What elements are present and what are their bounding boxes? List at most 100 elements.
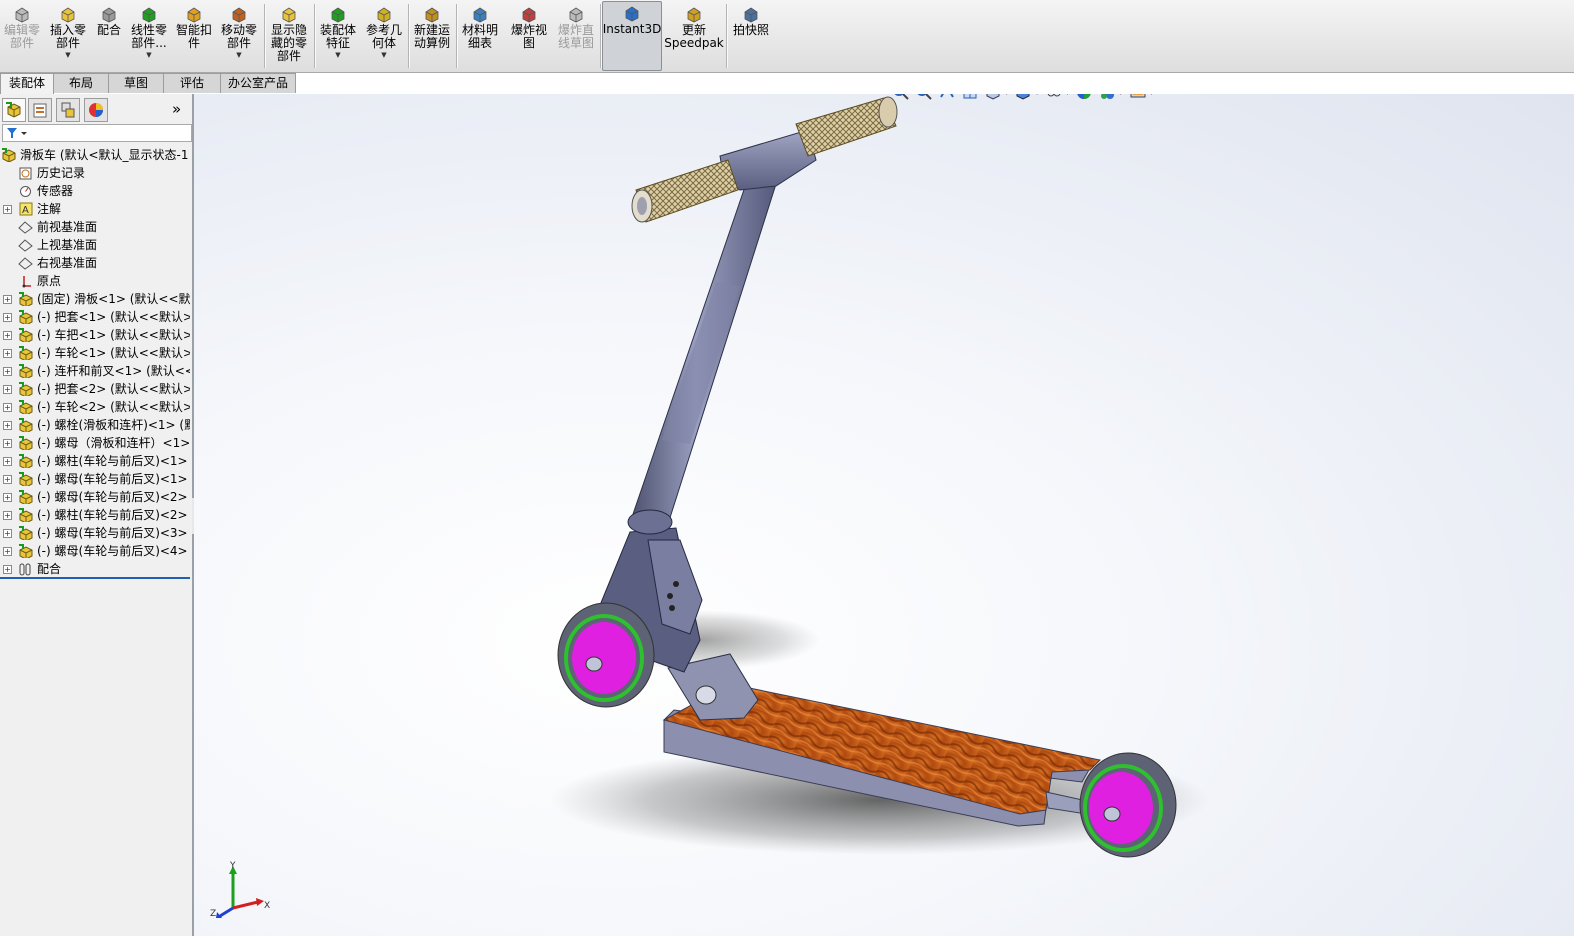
linear-pattern-button[interactable]: 线性零 部件... ▼ [127, 3, 171, 69]
dropdown-arrow-icon[interactable]: ▼ [146, 51, 151, 59]
view-settings-button[interactable] [1128, 94, 1148, 101]
expand-toggle-icon[interactable]: + [3, 331, 12, 340]
tree-item[interactable]: + (-) 连杆和前叉<1> (默认<< [0, 362, 190, 380]
tree-item[interactable]: + (-) 把套<1> (默认<<默认>_ [0, 308, 190, 326]
graphics-area[interactable]: ▼ ▼ ▼ ▼ ▼ Y X Z [194, 94, 1574, 936]
snapshot-button[interactable]: 拍快照 [729, 3, 773, 69]
tree-item[interactable]: + (-) 螺栓(滑板和连杆)<1> (默认 [0, 416, 190, 434]
expand-toggle-icon[interactable]: + [3, 511, 12, 520]
tree-item[interactable]: + (-) 螺母(车轮与前后叉)<4> ( [0, 542, 190, 560]
right-grip[interactable] [795, 96, 898, 157]
assembly-feature-button[interactable]: 装配体 特征 ▼ [316, 3, 360, 69]
tree-item[interactable]: + (固定) 滑板<1> (默认<<默认 [0, 290, 190, 308]
view-settings-dropdown[interactable]: ▼ [1149, 94, 1154, 96]
hide-show-items-button[interactable] [1044, 94, 1064, 101]
section-view-button[interactable] [960, 94, 980, 101]
expand-toggle-icon[interactable]: + [3, 547, 12, 556]
expand-toggle-icon[interactable]: + [3, 367, 12, 376]
tree-filter-bar[interactable] [2, 124, 192, 142]
expand-toggle-icon[interactable]: + [3, 493, 12, 502]
dropdown-arrow-icon[interactable]: ▼ [65, 51, 70, 59]
expand-toggle-icon[interactable]: + [3, 565, 12, 574]
scene-dropdown[interactable]: ▼ [1118, 94, 1123, 96]
toolbar-separator [264, 4, 266, 68]
tree-item[interactable]: + (-) 车轮<1> (默认<<默认>_ [0, 344, 190, 362]
expand-toggle-icon[interactable]: + [3, 421, 12, 430]
apply-scene-button[interactable] [1097, 94, 1117, 101]
zoom-area-button[interactable] [914, 94, 934, 101]
view-orientation-button[interactable] [983, 94, 1003, 101]
tree-item-label: (-) 螺柱(车轮与前后叉)<2> ( [37, 508, 190, 522]
front-wheel[interactable] [557, 602, 655, 708]
feature-manager-tab[interactable] [2, 98, 26, 122]
tab-3[interactable]: 评估 [163, 73, 221, 93]
display-style-button[interactable] [1013, 94, 1033, 101]
expand-toggle-icon[interactable]: + [3, 349, 12, 358]
edit-appearance-button[interactable] [1074, 94, 1094, 101]
tab-2[interactable]: 草图 [108, 73, 164, 93]
view-settings-icon [1130, 94, 1146, 98]
expand-toggle-icon[interactable]: + [3, 385, 12, 394]
tree-item[interactable]: 传感器 [0, 182, 190, 200]
property-manager-tab[interactable] [28, 98, 52, 122]
scooter-model[interactable] [194, 94, 1574, 936]
smart-fastener-button[interactable]: 智能扣 件 [173, 3, 215, 69]
explode-line-button[interactable]: 爆炸直 线草图 [553, 3, 599, 69]
previous-view-button[interactable] [937, 94, 957, 101]
dropdown-arrow-icon[interactable]: ▼ [381, 51, 386, 59]
mate-button[interactable]: 配合 [93, 3, 125, 69]
tab-1[interactable]: 布局 [53, 73, 109, 93]
expand-toggle-icon[interactable]: + [3, 439, 12, 448]
dropdown-arrow-icon[interactable]: ▼ [335, 51, 340, 59]
tree-item[interactable]: + A 注解 [0, 200, 190, 218]
tree-item[interactable]: + (-) 螺母(车轮与前后叉)<3> ( [0, 524, 190, 542]
feature-manager-panel: » 滑板车 (默认<默认_显示状态-1 历史记录 传感器 + A 注解 前视基准面 上视基准面… [0, 94, 194, 936]
tab-4[interactable]: 办公室产品 [220, 73, 296, 93]
tree-item[interactable]: + (-) 螺母(车轮与前后叉)<1> ( [0, 470, 190, 488]
tree-item[interactable]: + (-) 车把<1> (默认<<默认>_ [0, 326, 190, 344]
tree-item[interactable]: + (-) 把套<2> (默认<<默认>_ [0, 380, 190, 398]
tree-item[interactable]: + (-) 螺母（滑板和连杆）<1> [0, 434, 190, 452]
display-manager-tab[interactable] [84, 98, 108, 122]
insert-component-icon [61, 7, 75, 23]
show-hidden-button[interactable]: 显示隐 藏的零 部件 [266, 3, 312, 69]
view-orientation-dropdown[interactable]: ▼ [1004, 94, 1009, 96]
expand-toggle-icon[interactable]: + [3, 403, 12, 412]
hide-show-dropdown[interactable]: ▼ [1065, 94, 1070, 96]
tab-0[interactable]: 装配体 [0, 73, 54, 94]
instant3d-button[interactable]: Instant3D [602, 1, 662, 71]
insert-part-button[interactable]: 插入零 部件 ▼ [46, 3, 90, 69]
tree-item[interactable]: + (-) 车轮<2> (默认<<默认>_ [0, 398, 190, 416]
move-part-button[interactable]: 移动零 部件 ▼ [217, 3, 261, 69]
tree-item[interactable]: 历史记录 [0, 164, 190, 182]
expand-toggle-icon[interactable]: + [3, 475, 12, 484]
tree-item[interactable]: 滑板车 (默认<默认_显示状态-1 [0, 146, 190, 164]
expand-toggle-icon[interactable]: + [3, 205, 12, 214]
tree-item[interactable]: + (-) 螺柱(车轮与前后叉)<2> ( [0, 506, 190, 524]
panel-expand-button[interactable]: » [172, 100, 181, 118]
new-motion-button[interactable]: 新建运 动算例 [410, 3, 454, 69]
tree-item[interactable]: 原点 [0, 272, 190, 290]
expand-toggle-icon[interactable]: + [3, 457, 12, 466]
speedpak-button[interactable]: 更新 Speedpak [664, 3, 724, 69]
configuration-manager-tab[interactable] [56, 98, 80, 122]
edit-part-button[interactable]: 编辑零 部件 [2, 3, 42, 69]
tree-item[interactable]: + 配合 [0, 560, 190, 578]
dropdown-arrow-icon[interactable]: ▼ [236, 51, 241, 59]
zoom-to-fit-button[interactable] [891, 94, 911, 101]
tree-item[interactable]: 上视基准面 [0, 236, 190, 254]
tree-item-label: (-) 把套<1> (默认<<默认>_ [37, 310, 190, 324]
bom-button[interactable]: 材料明 细表 [458, 3, 502, 69]
left-grip[interactable] [631, 159, 739, 223]
tree-item[interactable]: + (-) 螺母(车轮与前后叉)<2> ( [0, 488, 190, 506]
tree-item[interactable]: + (-) 螺柱(车轮与前后叉)<1> ( [0, 452, 190, 470]
expand-toggle-icon[interactable]: + [3, 529, 12, 538]
rear-wheel[interactable] [1079, 752, 1177, 858]
tree-item[interactable]: 右视基准面 [0, 254, 190, 272]
expand-toggle-icon[interactable]: + [3, 313, 12, 322]
ref-geometry-button[interactable]: 参考几 何体 ▼ [362, 3, 406, 69]
expand-toggle-icon[interactable]: + [3, 295, 12, 304]
explode-button[interactable]: 爆炸视 图 [506, 3, 552, 69]
display-style-dropdown[interactable]: ▼ [1034, 94, 1039, 96]
tree-item[interactable]: 前视基准面 [0, 218, 190, 236]
